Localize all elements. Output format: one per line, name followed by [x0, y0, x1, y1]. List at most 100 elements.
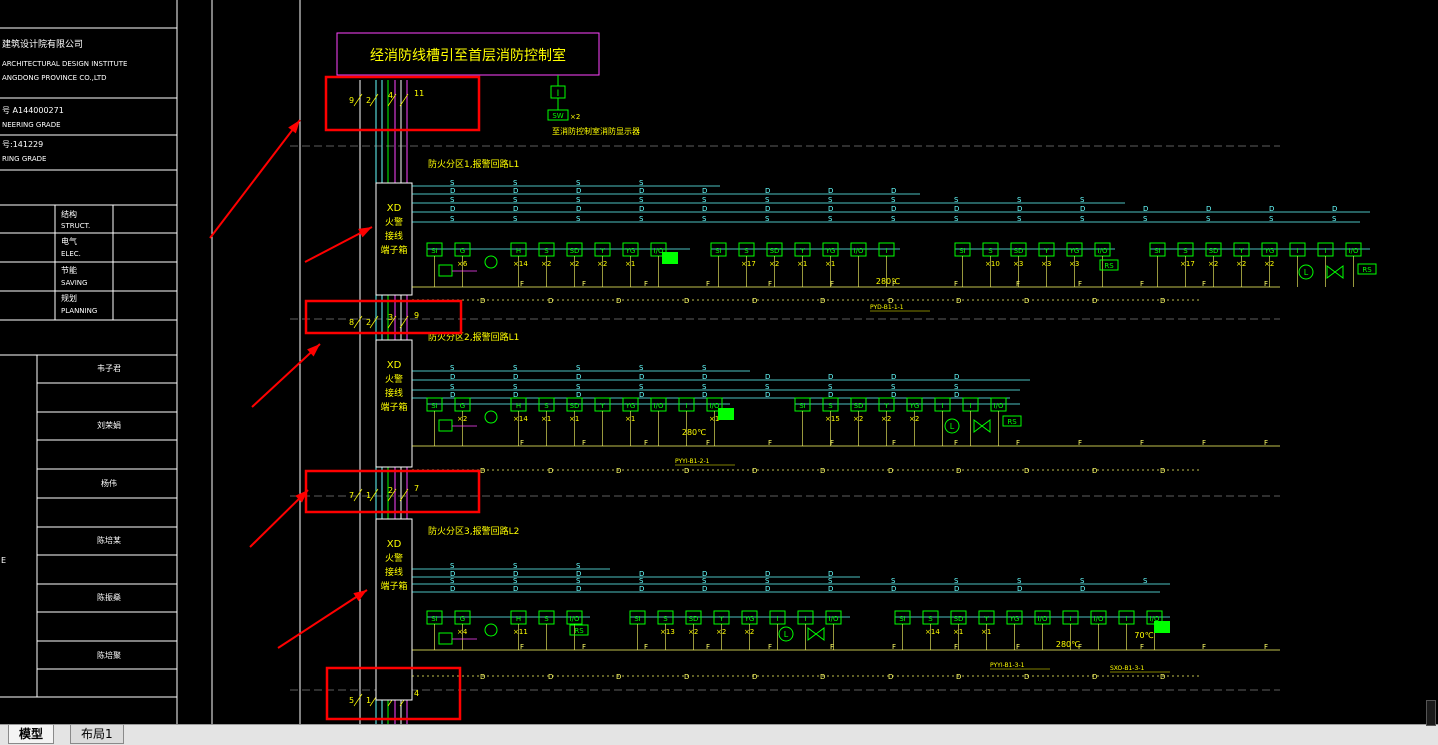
d-line-code: D [888, 467, 893, 475]
wire-code: D [828, 205, 833, 213]
device-mult: ×17 [1180, 260, 1195, 268]
wire-code: S [576, 215, 581, 223]
device-label: SD [1209, 247, 1219, 255]
fire-line-code: F [1264, 439, 1268, 447]
cad-model-space[interactable]: 经消防线槽引至首层消防控制室 I SW ×2 至消防控制室消防显示器 9 2 4 11 8 2 3 9 7… [0, 0, 1438, 724]
wire-code: S [891, 215, 896, 223]
fire-line-code: F [582, 643, 586, 651]
wire-code: D [765, 205, 770, 213]
device-mult: ×15 [825, 415, 840, 423]
wire-code: S [765, 215, 770, 223]
device-label: I [885, 247, 887, 255]
wire-code: S [576, 577, 581, 585]
fire-line-code: F [1016, 643, 1020, 651]
d-line-code: D [820, 673, 825, 681]
fire-line-code: F [1264, 643, 1268, 651]
fire-line-code: F [954, 643, 958, 651]
phone-jack-icon [438, 264, 453, 277]
riser-count: 9 [349, 96, 354, 105]
device-mult: ×14 [513, 415, 528, 423]
wire-code: S [513, 577, 518, 585]
wire-code: S [639, 196, 644, 204]
fire-line-code: F [1078, 439, 1082, 447]
wire-code: D [639, 391, 644, 399]
wire-code: D [1080, 585, 1085, 593]
vertical-scrollbar-thumb[interactable] [1426, 700, 1436, 726]
speaker-icon [484, 623, 498, 637]
cable-code: SXO-B1-3-1 [1110, 665, 1144, 672]
fire-line-code: F [1140, 280, 1144, 288]
fire-line-code: F [954, 280, 958, 288]
d-line-code: D [956, 297, 961, 305]
device-label: YG [1069, 247, 1080, 255]
device-label: SI [1154, 247, 1161, 255]
wire-code: D [513, 585, 518, 593]
device-label: S [544, 247, 549, 255]
device-label: I [1324, 247, 1326, 255]
device-label: Y [883, 402, 889, 410]
device-mult: ×2 [1264, 260, 1274, 268]
valve-icon [1326, 265, 1344, 279]
wire-code: D [1080, 205, 1085, 213]
wire-code: S [576, 364, 581, 372]
zone-title: 防火分区1,报警回路L1 [428, 158, 519, 170]
device-label: SI [431, 615, 438, 623]
company-name-en2: ANGDONG PROVINCE CO.,LTD [2, 74, 107, 82]
wire-code: D [765, 187, 770, 195]
fire-line-code: F [644, 643, 648, 651]
sw-mult: ×2 [570, 113, 580, 121]
device-mult: ×4 [457, 628, 468, 636]
wire-code: S [450, 364, 455, 372]
wire-code: S [828, 383, 833, 391]
wire-code: D [954, 391, 959, 399]
d-line-code: D [1160, 297, 1165, 305]
discipline-elec-en: ELEC. [61, 250, 81, 258]
device-mult: ×3 [1069, 260, 1079, 268]
level-label: L [1304, 268, 1309, 277]
rs-label: RS [1104, 262, 1114, 270]
fire-line-code: F [892, 439, 896, 447]
phone-jack-icon [438, 632, 453, 645]
wire-code: D [513, 373, 518, 381]
device-label: G [460, 615, 465, 623]
d-line-code: D [1160, 467, 1165, 475]
tab-layout1[interactable]: 布局1 [70, 725, 124, 744]
fire-line-code: F [1140, 439, 1144, 447]
device-mult: ×2 [853, 415, 863, 423]
wire-code: S [576, 383, 581, 391]
device-label: SD [570, 402, 580, 410]
device-label: SI [431, 247, 438, 255]
d-line-code: D [480, 673, 485, 681]
device-mult: ×13 [660, 628, 675, 636]
d-line-code: D [616, 297, 621, 305]
xd-box-text: 端子箱 [380, 580, 407, 592]
wire-code: S [513, 179, 518, 187]
device-label: G [460, 247, 465, 255]
riser-slash [353, 693, 363, 707]
cable-code: PYD-B1-1-1 [870, 304, 904, 311]
d-line-code: D [820, 297, 825, 305]
xd-box-text: 接线 [385, 387, 403, 399]
xd-box-text: 火警 [385, 373, 403, 385]
device-label: SD [1014, 247, 1024, 255]
tab-model[interactable]: 模型 [8, 725, 55, 744]
fire-line-code: F [520, 643, 524, 651]
device-mult: ×2 [1208, 260, 1218, 268]
device-label: I [1296, 247, 1298, 255]
fire-line-code: F [892, 643, 896, 651]
xd-box-text: XD [387, 539, 402, 550]
d-line-code: D [480, 297, 485, 305]
d-line-code: D [820, 467, 825, 475]
wire-code: S [450, 179, 455, 187]
wire-code: D [891, 205, 896, 213]
sw-label: SW [552, 112, 563, 120]
wire-code: S [450, 562, 455, 570]
fire-line-code: F [954, 439, 958, 447]
xd-box-text: XD [387, 360, 402, 371]
d-line-code: D [1092, 467, 1097, 475]
discipline-saving-cn: 节能 [61, 266, 77, 275]
device-mult: ×2 [457, 415, 467, 423]
riser-count: 2 [366, 318, 371, 327]
fire-line-code: F [582, 439, 586, 447]
wire-code: S [1143, 577, 1148, 585]
